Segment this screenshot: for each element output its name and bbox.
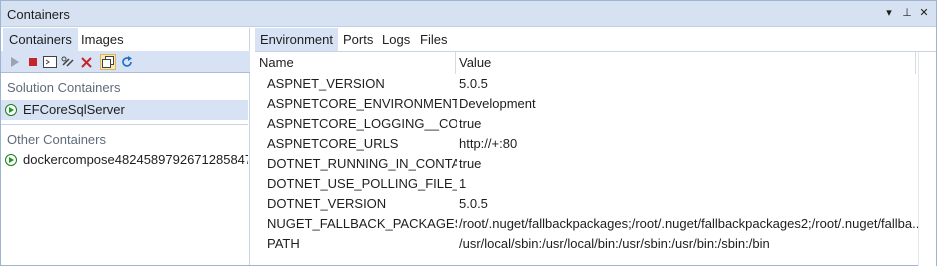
window-title: Containers bbox=[7, 7, 70, 22]
tab-images[interactable]: Images bbox=[75, 28, 130, 51]
column-header-value[interactable]: Value bbox=[459, 52, 491, 74]
containers-pane: Containers Images Solution Containers EF… bbox=[1, 28, 250, 265]
env-value: true bbox=[459, 156, 482, 171]
env-name: DOTNET_USE_POLLING_FILE_W... bbox=[267, 176, 457, 191]
refresh-icon[interactable] bbox=[119, 54, 135, 70]
env-value: 5.0.5 bbox=[459, 76, 488, 91]
other-containers-header: Other Containers bbox=[7, 132, 106, 147]
pin-icon[interactable]: ⊥ bbox=[899, 5, 915, 21]
env-value: /root/.nuget/fallbackpackages;/root/.nug… bbox=[459, 216, 919, 231]
env-name: DOTNET_VERSION bbox=[267, 196, 387, 211]
table-row[interactable]: DOTNET_VERSION 5.0.5 bbox=[255, 194, 936, 214]
running-icon bbox=[5, 104, 17, 116]
container-name: EFCoreSqlServer bbox=[23, 102, 125, 117]
env-value: /usr/local/sbin:/usr/local/bin:/usr/sbin… bbox=[459, 236, 770, 251]
env-name: ASPNETCORE_URLS bbox=[267, 136, 399, 151]
window-menu-icon[interactable]: ▾ bbox=[881, 5, 897, 21]
column-divider[interactable] bbox=[915, 52, 916, 74]
table-row[interactable]: DOTNET_RUNNING_IN_CONTAI... true bbox=[255, 154, 936, 174]
env-name: ASPNETCORE_LOGGING__CON... bbox=[267, 116, 457, 131]
details-tab-strip: Environment Ports Logs Files bbox=[251, 28, 936, 51]
container-item[interactable]: dockercompose4824589792671285847 bbox=[1, 150, 248, 170]
tab-files[interactable]: Files bbox=[415, 28, 452, 51]
env-name: NUGET_FALLBACK_PACKAGES bbox=[267, 216, 457, 231]
table-row[interactable]: PATH /usr/local/sbin:/usr/local/bin:/usr… bbox=[255, 234, 936, 254]
containers-window: Containers ▾ ⊥ ✕ Containers Images Solut… bbox=[0, 0, 937, 266]
container-item[interactable]: EFCoreSqlServer bbox=[1, 100, 248, 120]
vertical-scrollbar[interactable] bbox=[918, 52, 936, 266]
table-row[interactable]: ASPNETCORE_LOGGING__CON... true bbox=[255, 114, 936, 134]
env-value: true bbox=[459, 116, 482, 131]
table-row[interactable]: ASPNETCORE_URLS http://+:80 bbox=[255, 134, 936, 154]
table-row[interactable]: ASPNETCORE_ENVIRONMENT Development bbox=[255, 94, 936, 114]
env-name: ASPNET_VERSION bbox=[267, 76, 385, 91]
terminal-icon[interactable] bbox=[42, 54, 58, 70]
env-name: ASPNETCORE_ENVIRONMENT bbox=[267, 96, 457, 111]
copy-icon[interactable] bbox=[100, 54, 116, 70]
env-value: Development bbox=[459, 96, 536, 111]
title-bar: Containers ▾ ⊥ ✕ bbox=[1, 1, 936, 27]
tab-ports[interactable]: Ports bbox=[338, 28, 378, 51]
env-value: 5.0.5 bbox=[459, 196, 488, 211]
solution-containers-header: Solution Containers bbox=[7, 80, 121, 95]
environment-grid: Name Value ASPNET_VERSION 5.0.5 ASPNETCO… bbox=[255, 51, 936, 266]
container-name: dockercompose4824589792671285847 bbox=[23, 152, 248, 167]
column-header-name[interactable]: Name bbox=[259, 52, 294, 74]
tab-environment[interactable]: Environment bbox=[255, 28, 338, 51]
stop-icon[interactable] bbox=[25, 54, 41, 70]
env-name: DOTNET_RUNNING_IN_CONTAI... bbox=[267, 156, 457, 171]
table-row[interactable]: NUGET_FALLBACK_PACKAGES /root/.nuget/fal… bbox=[255, 214, 936, 234]
delete-icon[interactable] bbox=[78, 54, 94, 70]
play-icon[interactable] bbox=[7, 54, 23, 70]
tab-logs[interactable]: Logs bbox=[377, 28, 415, 51]
column-divider[interactable] bbox=[455, 52, 456, 74]
running-icon bbox=[5, 154, 17, 166]
close-icon[interactable]: ✕ bbox=[916, 5, 932, 21]
left-tab-strip: Containers Images bbox=[1, 28, 250, 51]
section-divider bbox=[1, 124, 248, 125]
tab-containers[interactable]: Containers bbox=[3, 28, 78, 51]
env-value: http://+:80 bbox=[459, 136, 518, 151]
container-toolbar bbox=[1, 51, 250, 73]
env-name: PATH bbox=[267, 236, 300, 251]
attach-icon[interactable] bbox=[60, 54, 76, 70]
details-pane: Environment Ports Logs Files Name Value … bbox=[251, 28, 936, 266]
table-row[interactable]: ASPNET_VERSION 5.0.5 bbox=[255, 74, 936, 94]
table-row[interactable]: DOTNET_USE_POLLING_FILE_W... 1 bbox=[255, 174, 936, 194]
env-value: 1 bbox=[459, 176, 467, 191]
